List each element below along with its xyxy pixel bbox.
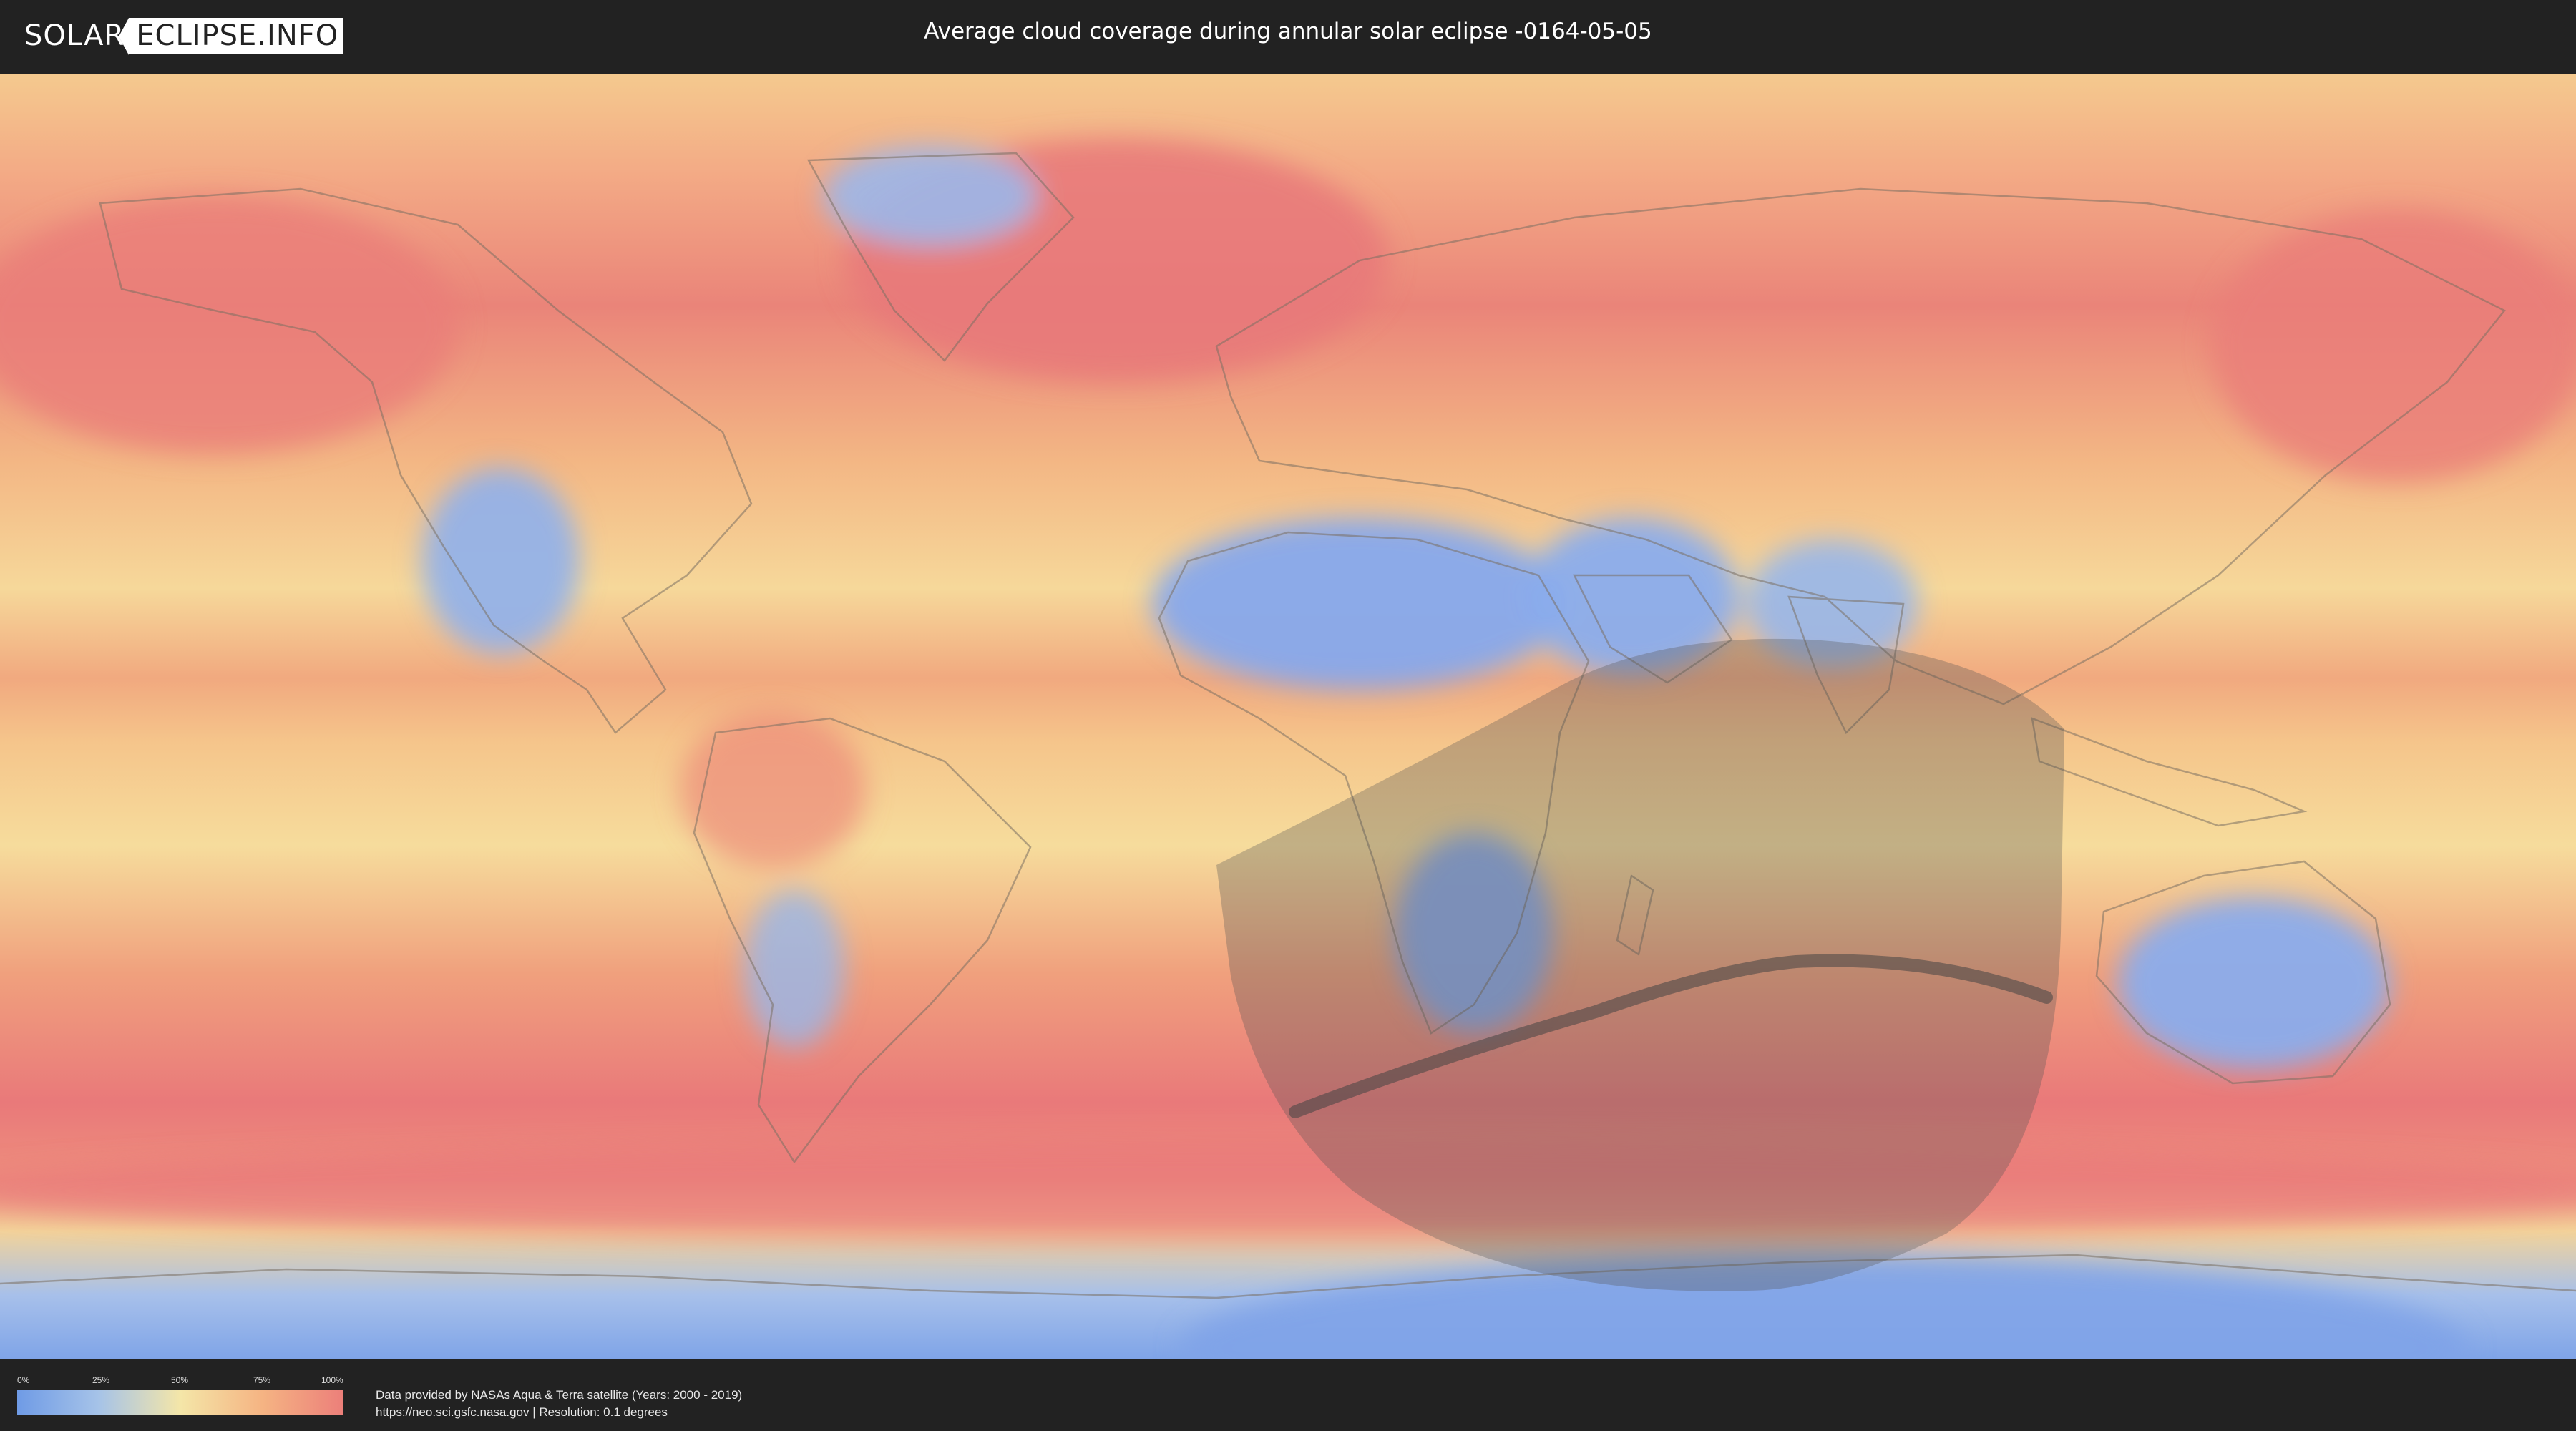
legend-color-bar [17, 1390, 343, 1415]
legend-tick-25: 25% [92, 1375, 110, 1385]
cloud-coverage-map[interactable] [0, 74, 2576, 1359]
legend-tick-0: 0% [17, 1375, 30, 1385]
legend-tick-50: 50% [171, 1375, 189, 1385]
source-line-2: https://neo.sci.gsfc.nasa.gov | Resoluti… [376, 1405, 668, 1419]
cloud-coverage-legend: 0% 25% 50% 75% 100% [17, 1375, 343, 1415]
footer: 0% 25% 50% 75% 100% Data provided by NAS… [0, 1359, 2576, 1431]
page: SOLAR ECLIPSE.INFO Average cloud coverag… [0, 0, 2576, 1431]
data-source: Data provided by NASAs Aqua & Terra sate… [376, 1387, 742, 1421]
world-map-svg [0, 74, 2576, 1359]
legend-tick-100: 100% [321, 1375, 343, 1385]
source-line-1: Data provided by NASAs Aqua & Terra sate… [376, 1388, 743, 1402]
page-title: Average cloud coverage during annular so… [924, 19, 1652, 44]
legend-ticks: 0% 25% 50% 75% 100% [17, 1375, 343, 1387]
legend-tick-75: 75% [253, 1375, 271, 1385]
header: SOLAR ECLIPSE.INFO Average cloud coverag… [0, 0, 2576, 72]
